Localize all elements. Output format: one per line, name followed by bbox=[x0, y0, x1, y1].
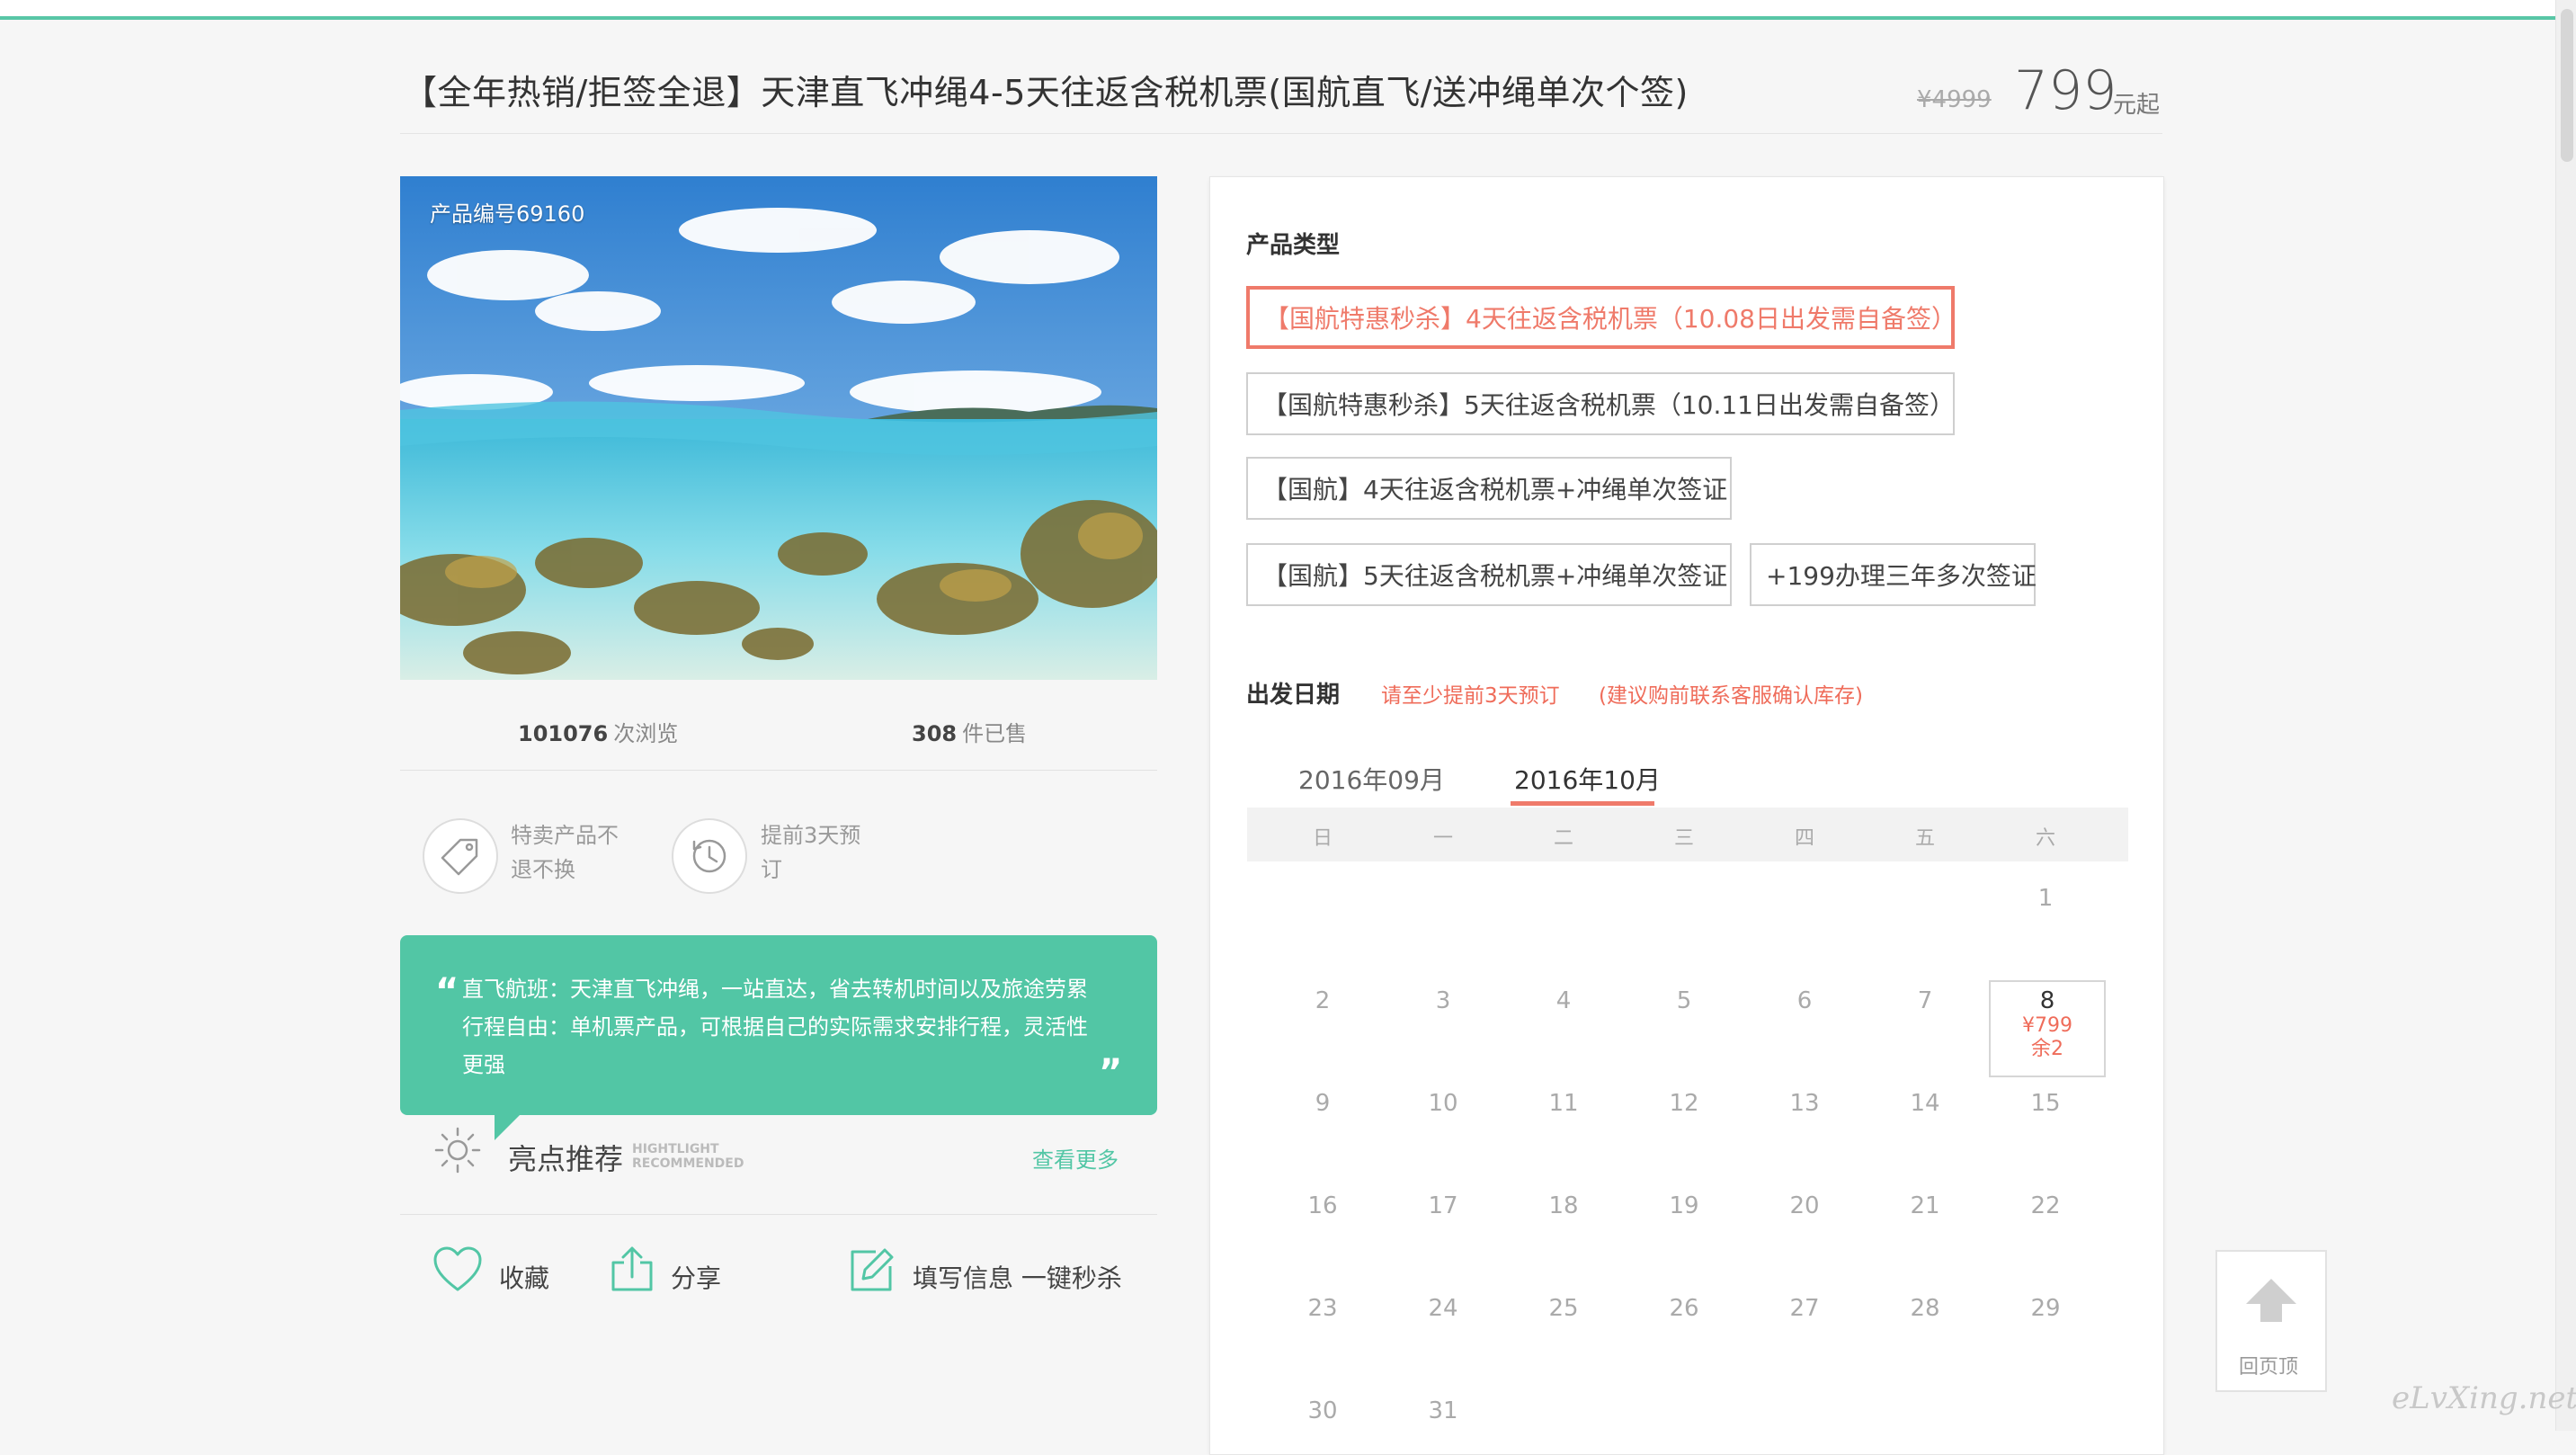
calendar-day[interactable]: 18 bbox=[1537, 1192, 1591, 1219]
quote-open-icon: “ bbox=[435, 971, 459, 1013]
calendar-day[interactable]: 9 bbox=[1296, 1090, 1350, 1117]
calendar-day[interactable]: 16 bbox=[1296, 1192, 1350, 1219]
date-hint: 请至少提前3天预订 bbox=[1381, 684, 1560, 708]
sold-stat: 308 件已售 bbox=[912, 716, 1027, 747]
calendar-day[interactable]: 26 bbox=[1657, 1295, 1711, 1322]
quote-line: 直飞航班：天津直飞冲绳，一站直达，省去转机时间以及旅途劳累 bbox=[462, 977, 1088, 1002]
sold-count: 308 bbox=[912, 721, 958, 746]
current-price: 799 bbox=[2014, 59, 2117, 122]
calendar-day[interactable]: 30 bbox=[1296, 1397, 1350, 1424]
calendar-day[interactable]: 19 bbox=[1657, 1192, 1711, 1219]
weekday-fri: 五 bbox=[1914, 827, 1935, 850]
views-count: 101076 bbox=[518, 721, 609, 746]
tag-icon bbox=[423, 818, 498, 894]
calendar-day-stock: 余2 bbox=[2031, 1038, 2063, 1060]
feature-advance-booking: 提前3天预 订 bbox=[761, 818, 887, 887]
calendar-day-number: 8 bbox=[2039, 987, 2055, 1014]
weekday-thu: 四 bbox=[1794, 827, 1814, 850]
calendar-day[interactable]: 24 bbox=[1416, 1295, 1470, 1322]
sold-label: 件已售 bbox=[962, 721, 1028, 746]
weekday-wed: 三 bbox=[1673, 827, 1694, 850]
sun-icon bbox=[433, 1126, 482, 1178]
highlight-title: 亮点推荐 bbox=[508, 1142, 624, 1176]
product-type-title: 产品类型 bbox=[1246, 232, 1341, 259]
price-unit: 元起 bbox=[2113, 92, 2161, 119]
feature-line: 特卖产品不 bbox=[511, 823, 619, 848]
calendar-day[interactable]: 13 bbox=[1778, 1090, 1832, 1117]
visa-addon-option[interactable]: +199办理三年多次签证 bbox=[1750, 543, 2037, 606]
calendar-day-price: ¥799 bbox=[2022, 1014, 2072, 1037]
calendar-day[interactable]: 23 bbox=[1296, 1295, 1350, 1322]
arrow-up-icon bbox=[2244, 1277, 2298, 1327]
calendar-day-available[interactable]: 8 ¥799 余2 bbox=[1989, 980, 2106, 1077]
favorite-button[interactable]: 收藏 bbox=[499, 1259, 549, 1295]
product-option-1[interactable]: 【国航特惠秒杀】4天往返含税机票（10.08日出发需自备签） bbox=[1246, 286, 1957, 349]
share-icon[interactable] bbox=[610, 1245, 655, 1297]
page-title: 【全年热销/拒签全退】天津直飞冲绳4-5天往返含税机票(国航直飞/送冲绳单次个签… bbox=[403, 73, 1689, 112]
feature-line: 订 bbox=[761, 857, 782, 882]
heart-icon[interactable] bbox=[433, 1246, 482, 1297]
calendar-day[interactable]: 28 bbox=[1898, 1295, 1952, 1322]
views-stat: 101076 次浏览 bbox=[518, 716, 678, 747]
highlight-en-line: RECOMMENDED bbox=[632, 1156, 744, 1171]
back-to-top-label: 回页顶 bbox=[2239, 1356, 2299, 1379]
calendar-day[interactable]: 22 bbox=[2019, 1192, 2072, 1219]
calendar-day[interactable]: 3 bbox=[1416, 987, 1470, 1014]
calendar-day[interactable]: 31 bbox=[1416, 1397, 1470, 1424]
feature-line: 提前3天预 bbox=[761, 823, 861, 848]
scrollbar[interactable] bbox=[2555, 0, 2576, 1431]
view-more-link[interactable]: 查看更多 bbox=[1032, 1142, 1119, 1174]
calendar-day[interactable]: 7 bbox=[1898, 987, 1952, 1014]
highlight-en-line: HIGHTLIGHT bbox=[632, 1142, 719, 1156]
calendar-day[interactable]: 4 bbox=[1537, 987, 1591, 1014]
feature-no-refund: 特卖产品不 退不换 bbox=[511, 818, 637, 887]
calendar-day[interactable]: 12 bbox=[1657, 1090, 1711, 1117]
product-option-2[interactable]: 【国航特惠秒杀】5天往返含税机票（10.11日出发需自备签） bbox=[1246, 372, 1955, 435]
highlight-en-label: HIGHTLIGHT RECOMMENDED bbox=[632, 1142, 744, 1171]
departure-date-title: 出发日期 bbox=[1246, 682, 1341, 709]
share-button[interactable]: 分享 bbox=[671, 1259, 721, 1295]
calendar-day[interactable]: 29 bbox=[2019, 1295, 2072, 1322]
views-label: 次浏览 bbox=[613, 721, 679, 746]
edit-icon[interactable] bbox=[849, 1246, 896, 1297]
weekday-tue: 二 bbox=[1553, 827, 1573, 850]
fill-info-button[interactable]: 填写信息 一键秒杀 bbox=[913, 1259, 1122, 1295]
calendar-day[interactable]: 21 bbox=[1898, 1192, 1952, 1219]
calendar-day[interactable]: 15 bbox=[2019, 1090, 2072, 1117]
highlight-divider bbox=[400, 1214, 1157, 1215]
weekday-sat: 六 bbox=[2035, 827, 2055, 850]
calendar-day[interactable]: 2 bbox=[1296, 987, 1350, 1014]
watermark: eLvXing.net bbox=[2392, 1380, 2576, 1416]
month-tab-oct[interactable]: 2016年10月 bbox=[1514, 761, 1661, 797]
weekday-mon: 一 bbox=[1432, 827, 1453, 850]
product-number: 产品编号69160 bbox=[430, 201, 585, 227]
quote-line: 行程自由：单机票产品，可根据自己的实际需求安排行程，灵活性 bbox=[462, 1014, 1088, 1040]
header-divider bbox=[400, 133, 2162, 134]
calendar-day[interactable]: 1 bbox=[2019, 885, 2072, 912]
scrollbar-thumb[interactable] bbox=[2561, 9, 2573, 162]
top-bar bbox=[0, 0, 2576, 20]
stats-divider bbox=[400, 770, 1157, 771]
calendar-day[interactable]: 5 bbox=[1657, 987, 1711, 1014]
product-option-4[interactable]: 【国航】5天往返含税机票+冲绳单次签证 bbox=[1246, 543, 1732, 606]
calendar-day[interactable]: 6 bbox=[1778, 987, 1832, 1014]
feature-line: 退不换 bbox=[511, 857, 575, 882]
calendar-day[interactable]: 17 bbox=[1416, 1192, 1470, 1219]
calendar-day[interactable]: 11 bbox=[1537, 1090, 1591, 1117]
calendar-day[interactable]: 10 bbox=[1416, 1090, 1470, 1117]
quote-close-icon: ” bbox=[1099, 1052, 1123, 1093]
original-price: ¥4999 bbox=[1917, 86, 1992, 113]
calendar-day[interactable]: 20 bbox=[1778, 1192, 1832, 1219]
month-tab-sep[interactable]: 2016年09月 bbox=[1298, 761, 1445, 797]
calendar-day[interactable]: 25 bbox=[1537, 1295, 1591, 1322]
product-option-3[interactable]: 【国航】4天往返含税机票+冲绳单次签证 bbox=[1246, 457, 1732, 520]
product-photo[interactable] bbox=[400, 176, 1157, 680]
weekday-sun: 日 bbox=[1312, 827, 1333, 850]
calendar-day[interactable]: 14 bbox=[1898, 1090, 1952, 1117]
calendar-day[interactable]: 27 bbox=[1778, 1295, 1832, 1322]
active-month-indicator bbox=[1511, 801, 1654, 806]
quote-line: 更强 bbox=[462, 1052, 505, 1077]
clock-icon bbox=[672, 818, 747, 894]
stock-hint: (建议购前联系客服确认库存) bbox=[1599, 684, 1863, 708]
